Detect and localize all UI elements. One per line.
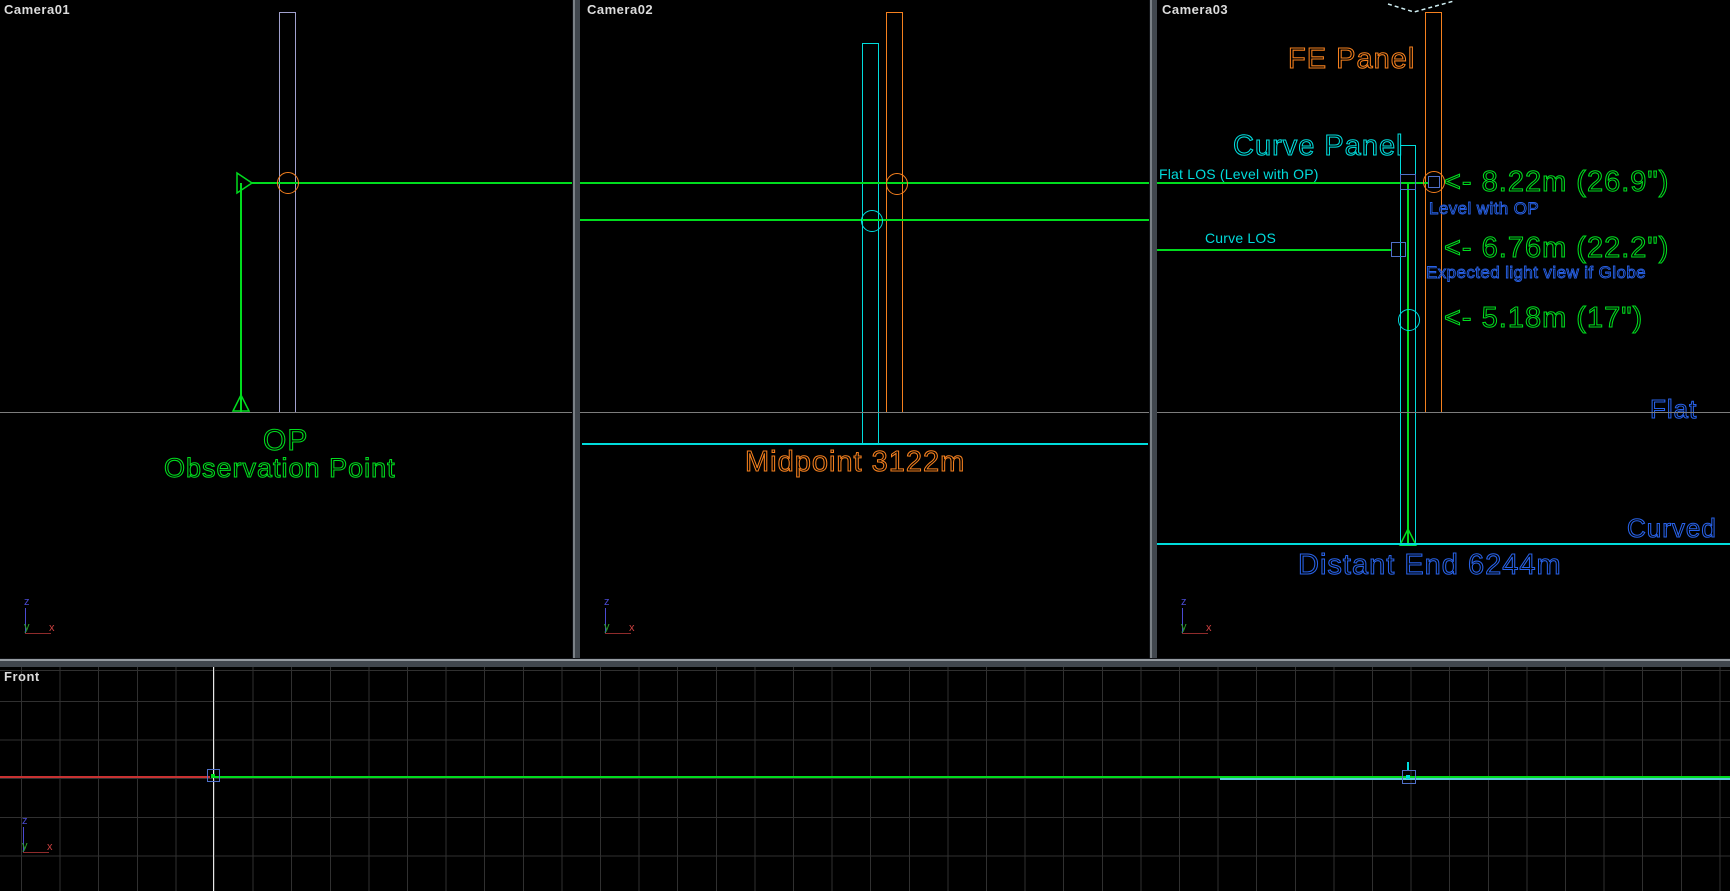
viewport-divider-horizontal[interactable]: [0, 658, 1730, 667]
viewport-divider-2[interactable]: [1149, 0, 1157, 658]
z-axis-label: z: [24, 596, 30, 608]
measure-flat-text: <- 8.22m (26.9"): [1444, 166, 1669, 199]
camera02-flat-intersection-circle[interactable]: [886, 173, 908, 195]
measure-curve-text: <- 5.18m (17"): [1444, 302, 1643, 335]
camera02-horizon-line: [580, 412, 1150, 413]
camera03-flat-horizon-line: [1157, 412, 1730, 413]
camera-cone-icon[interactable]: [236, 172, 254, 194]
flat-los-curve-panel-hit-square[interactable]: [1400, 174, 1416, 190]
x-axis-line: [23, 852, 49, 853]
midpoint-curve-panel-wireframe[interactable]: [862, 43, 879, 444]
curve-panel-centerline: [1407, 183, 1409, 545]
curve-los-hit-square[interactable]: [1391, 242, 1406, 257]
viewport-label-camera01[interactable]: Camera01: [4, 2, 70, 17]
camera01-ground-marker-triangle: [232, 394, 250, 412]
curve-panel-label-text: Curve Panel: [1233, 130, 1404, 163]
z-axis-label: z: [1181, 596, 1187, 608]
camera01-los-intersection-circle[interactable]: [277, 172, 299, 194]
midpoint-label-text: Midpoint 3122m: [745, 446, 965, 479]
camera03-curve-los-line: [1157, 249, 1392, 251]
camera01-axis-tripod: z y x: [22, 596, 64, 640]
flat-horizon-label-text: Flat: [1650, 394, 1697, 425]
fe-panel-label-text: FE Panel: [1288, 43, 1415, 76]
distant-end-label-text: Distant End 6244m: [1298, 549, 1562, 582]
front-distant-vertex-dot: [1406, 775, 1410, 779]
x-axis-line: [25, 633, 51, 634]
measure-globe-note-text: Expected light view if Globe: [1426, 263, 1646, 283]
front-op-vertex-dot: [211, 774, 215, 778]
viewport-label-front[interactable]: Front: [4, 669, 40, 684]
x-axis-label: x: [1206, 622, 1212, 634]
x-axis-line: [605, 633, 631, 634]
viewport-label-camera02[interactable]: Camera02: [587, 2, 653, 17]
camera01-op-vertical-line: [240, 183, 242, 412]
camera03-axis-tripod: z y x: [1179, 596, 1221, 640]
front-op-vertex-marker[interactable]: [207, 769, 220, 782]
z-axis-label: z: [604, 596, 610, 608]
front-ground-line-red: [0, 776, 210, 778]
viewport-layout: Camera01 OP Observation Point z y x Came…: [0, 0, 1730, 891]
midpoint-fe-panel-wireframe[interactable]: [886, 12, 903, 413]
x-axis-label: x: [47, 841, 53, 853]
op-panel-wireframe[interactable]: [279, 12, 296, 413]
camera03-curved-ground-line: [1157, 543, 1730, 545]
y-axis-label: y: [1181, 621, 1187, 633]
front-distant-vertex-tick: [1407, 762, 1409, 770]
curved-horizon-label-text: Curved: [1627, 513, 1717, 544]
z-axis-label: z: [22, 815, 28, 827]
y-axis-label: y: [24, 621, 30, 633]
front-axis-tripod: z y x: [20, 815, 62, 859]
front-curved-path-line: [1220, 778, 1730, 780]
camera01-horizon-line: [0, 412, 572, 413]
camera03-flat-los-line: [1157, 182, 1428, 184]
x-axis-label: x: [629, 622, 635, 634]
y-axis-label: y: [604, 621, 610, 633]
camera02-curved-ground-line: [582, 443, 1148, 445]
y-axis-label: y: [22, 840, 28, 852]
curve-los-panel-circle[interactable]: [1398, 309, 1420, 331]
camera02-axis-tripod: z y x: [602, 596, 644, 640]
camera02-flat-los-line: [580, 182, 1150, 184]
measure-globe-text: <- 6.76m (22.2"): [1444, 232, 1669, 265]
camera02-curve-intersection-circle[interactable]: [861, 210, 883, 232]
viewport-divider-1[interactable]: [572, 0, 580, 658]
camera-fov-chevron-icon: [1386, 0, 1456, 14]
camera01-flat-los-line: [252, 182, 572, 184]
front-distant-vertex-marker[interactable]: [1402, 770, 1416, 784]
flat-los-fe-panel-hit-square[interactable]: [1428, 176, 1440, 188]
flat-los-label-text: Flat LOS (Level with OP): [1159, 166, 1319, 182]
measure-flat-note-text: Level with OP: [1429, 199, 1539, 219]
x-axis-line: [1182, 633, 1208, 634]
curve-los-label-text: Curve LOS: [1205, 230, 1276, 246]
viewport-label-camera03[interactable]: Camera03: [1162, 2, 1228, 17]
x-axis-label: x: [49, 622, 55, 634]
op-subtitle-text: Observation Point: [164, 453, 396, 484]
